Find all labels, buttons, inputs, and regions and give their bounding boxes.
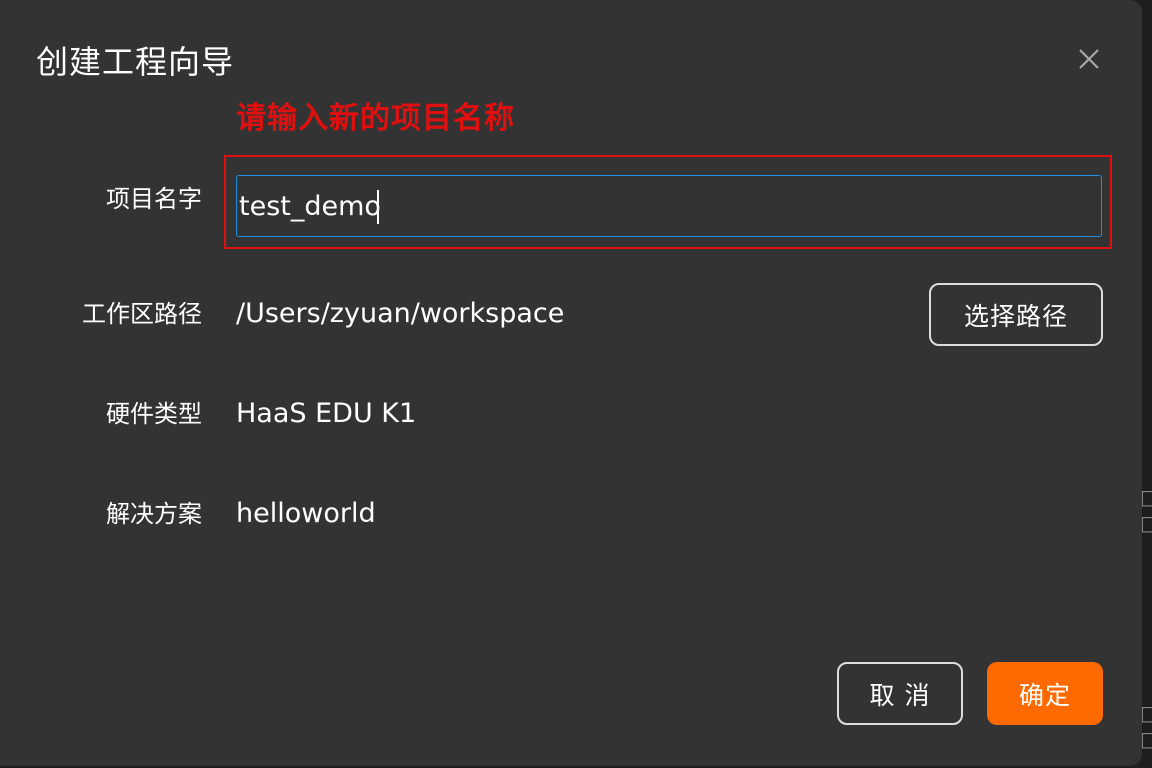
confirm-button[interactable]: 确定 [987, 662, 1103, 725]
create-project-dialog: 创建工程向导 请输入新的项目名称 项目名字 工作区路径 /Users/zyuan… [0, 0, 1142, 766]
close-button[interactable] [1074, 44, 1104, 74]
solution-value: helloworld [236, 498, 376, 529]
annotation-hint: 请输入新的项目名称 [236, 101, 515, 136]
hardware-type-label: 硬件类型 [106, 400, 202, 428]
choose-path-button[interactable]: 选择路径 [929, 283, 1103, 346]
project-name-input[interactable] [236, 175, 1102, 237]
hardware-type-value: HaaS EDU K1 [236, 398, 417, 429]
workspace-path: /Users/zyuan/workspace [236, 298, 565, 329]
close-icon [1079, 49, 1099, 69]
text-cursor [377, 190, 379, 224]
cancel-button[interactable]: 取 消 [837, 662, 963, 725]
solution-label: 解决方案 [106, 500, 202, 528]
dialog-title: 创建工程向导 [36, 43, 235, 81]
project-name-label: 项目名字 [106, 185, 202, 213]
workspace-label: 工作区路径 [82, 300, 202, 328]
